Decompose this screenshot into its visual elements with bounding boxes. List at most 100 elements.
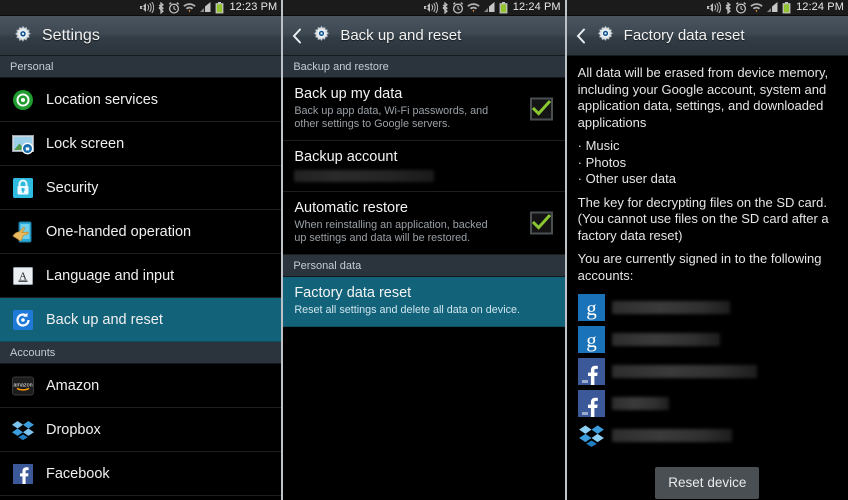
sidebar-item-label: Language and input (46, 267, 175, 284)
three-panel-screenshot: 12:23 PM Settings Personal Location serv… (0, 0, 848, 500)
account-name-redacted (611, 428, 732, 442)
list-item-title: Backup account (294, 149, 398, 165)
back-up-my-data-checkbox[interactable] (529, 97, 553, 121)
reset-device-button[interactable]: Reset device (655, 467, 760, 499)
list-item-automatic-restore[interactable]: Automatic restore When reinstalling an a… (283, 192, 565, 255)
signal-icon (200, 2, 211, 12)
sidebar-item-amazon[interactable]: amazon Amazon (0, 364, 282, 408)
sidebar-item-label: Security (46, 179, 99, 196)
list-item-subtitle: When reinstalling an application, backed… (294, 219, 488, 244)
warning-paragraph-1: All data will be erased from device memo… (577, 65, 829, 130)
automatic-restore-checkbox[interactable] (529, 211, 553, 235)
bullet-photos: · Photos (577, 154, 627, 170)
wifi-icon (467, 3, 480, 13)
account-name-redacted (611, 364, 757, 378)
lock-screen-icon (11, 132, 35, 156)
sidebar-item-location-services[interactable]: Location services (0, 78, 282, 122)
list-item-title: Automatic restore (294, 200, 408, 216)
google-icon: g (577, 293, 605, 321)
section-header-personal-data: Personal data (283, 255, 565, 277)
alarm-icon (736, 1, 747, 14)
section-header-label: Backup and restore (293, 60, 389, 73)
status-bar: 12:24 PM (283, 0, 565, 16)
list-item-backup-account[interactable]: Backup account (283, 141, 565, 192)
backup-account-redacted-value (294, 170, 435, 182)
section-header-backup-and-restore: Backup and restore (283, 56, 565, 78)
location-services-icon (11, 88, 35, 112)
facebook-icon (577, 389, 605, 417)
status-bar-time: 12:24 PM (796, 1, 844, 13)
list-item-subtitle: Reset all settings and delete all data o… (294, 304, 521, 316)
svg-text:g: g (586, 328, 597, 352)
panel-factory-data-reset: 12:24 PM Factory data reset All data wil… (566, 0, 848, 500)
sidebar-item-facebook[interactable]: Facebook (0, 452, 282, 496)
sidebar-item-label: One-handed operation (46, 223, 192, 240)
list-item: g (577, 323, 837, 355)
sidebar-item-label: Amazon (46, 377, 100, 394)
list-item-factory-data-reset[interactable]: Factory data reset Reset all settings an… (283, 277, 565, 327)
wifi-icon (750, 3, 763, 13)
sidebar-item-back-up-and-reset[interactable]: Back up and reset (0, 298, 282, 342)
list-item-title: Factory data reset (294, 285, 412, 301)
back-chevron-icon[interactable] (291, 26, 303, 46)
section-header-accounts: Accounts (0, 342, 282, 364)
action-bar: Back up and reset (283, 16, 565, 56)
panel-back-up-and-reset: 12:24 PM Back up and reset Backup and re… (283, 0, 565, 500)
amazon-icon: amazon (11, 374, 35, 398)
sidebar-item-one-handed-operation[interactable]: One-handed operation (0, 210, 282, 254)
action-bar-title: Settings (42, 26, 100, 44)
signal-icon (767, 2, 778, 12)
bluetooth-icon (442, 1, 448, 14)
alarm-icon (169, 1, 180, 14)
sidebar-item-label: Facebook (46, 465, 110, 482)
list-item (577, 355, 837, 387)
bluetooth-icon (725, 1, 732, 14)
sidebar-item-lock-screen[interactable]: Lock screen (0, 122, 282, 166)
list-item-subtitle: Back up app data, Wi-Fi passwords, and o… (294, 105, 489, 130)
data-type-bullet-list: · Music · Photos · Other user data (578, 138, 837, 188)
sidebar-item-language-and-input[interactable]: A Language and input (0, 254, 282, 298)
alarm-icon (452, 1, 463, 14)
sidebar-item-dropbox[interactable]: Dropbox (0, 408, 282, 452)
sidebar-item-label: Dropbox (46, 421, 101, 438)
factory-reset-body: All data will be erased from device memo… (567, 56, 848, 499)
battery-icon (782, 1, 791, 13)
reset-device-button-wrap: Reset device (578, 467, 837, 499)
settings-gear-icon (597, 25, 613, 42)
status-bar-time: 12:23 PM (229, 1, 278, 13)
list-item-title: Back up my data (294, 86, 403, 102)
dropbox-icon (11, 418, 35, 442)
sidebar-item-security[interactable]: Security (0, 166, 282, 210)
action-bar-title: Factory data reset (623, 26, 745, 44)
facebook-icon (11, 462, 35, 486)
signed-in-accounts-list: g g (577, 291, 837, 451)
security-padlock-icon (11, 176, 35, 200)
battery-icon (216, 1, 224, 13)
settings-gear-icon (14, 25, 32, 42)
warning-paragraph-2: The key for decrypting files on the SD c… (577, 194, 829, 243)
list-item-back-up-my-data[interactable]: Back up my data Back up app data, Wi-Fi … (283, 78, 565, 141)
sound-icon (707, 2, 722, 13)
settings-gear-icon (314, 25, 330, 42)
signal-icon (483, 2, 495, 12)
status-bar-time: 12:24 PM (512, 1, 561, 13)
sidebar-item-label: Location services (46, 91, 159, 108)
back-up-and-reset-icon (11, 308, 35, 332)
back-chevron-icon[interactable] (575, 26, 587, 46)
account-name-redacted (611, 332, 720, 346)
one-handed-operation-icon (11, 220, 35, 244)
action-bar: Factory data reset (566, 16, 848, 56)
panel-settings: 12:23 PM Settings Personal Location serv… (0, 0, 282, 500)
account-name-redacted (611, 300, 730, 314)
battery-icon (499, 1, 508, 13)
warning-paragraph-3: You are currently signed in to the follo… (577, 251, 822, 283)
sidebar-item-label: Lock screen (46, 135, 125, 152)
section-header-label: Personal (10, 60, 54, 73)
google-icon: g (577, 325, 605, 353)
dropbox-icon (578, 422, 605, 449)
language-and-input-icon: A (11, 264, 35, 288)
action-bar[interactable]: Settings (0, 16, 282, 56)
section-header-label: Accounts (10, 346, 56, 359)
bullet-other-user-data: · Other user data (577, 171, 676, 186)
sidebar-item-label: Back up and reset (46, 311, 163, 328)
